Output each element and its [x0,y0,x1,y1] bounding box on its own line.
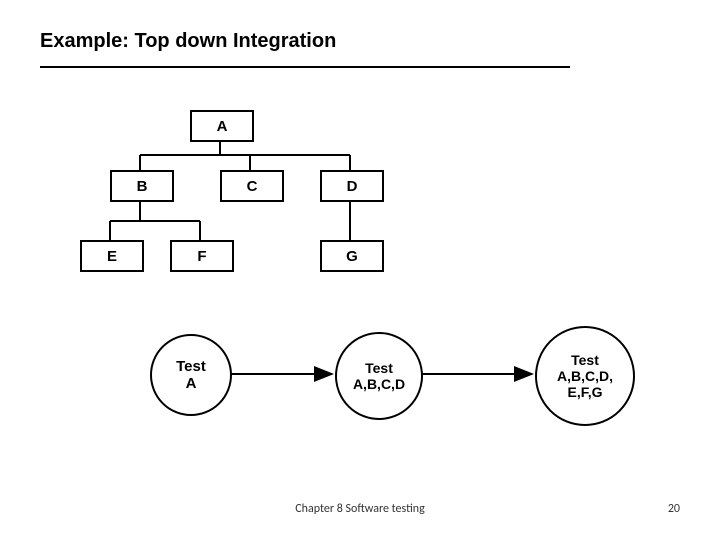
test-step-2-label: Test [365,360,393,376]
test-step-3-modules-2: E,F,G [567,384,602,400]
test-step-1-label: Test [176,358,206,375]
title-underline [40,66,570,68]
page-number: 20 [668,502,680,516]
test-step-1: Test A [150,334,232,416]
hierarchy-diagram: A B C D E F G [80,110,420,275]
test-step-2: Test A,B,C,D [335,332,423,420]
sequence-diagram: Test A Test A,B,C,D Test A,B,C,D, E,F,G [150,320,670,430]
test-step-3-modules-1: A,B,C,D, [557,368,613,384]
node-b: B [110,170,174,202]
node-f: F [170,240,234,272]
node-c: C [220,170,284,202]
node-d: D [320,170,384,202]
test-step-1-modules: A [186,375,197,392]
test-step-3-label: Test [571,352,599,368]
test-step-3: Test A,B,C,D, E,F,G [535,326,635,426]
slide-title: Example: Top down Integration [40,30,336,53]
node-e: E [80,240,144,272]
test-step-2-modules: A,B,C,D [353,376,405,392]
node-g: G [320,240,384,272]
footer-chapter: Chapter 8 Software testing [0,502,720,516]
node-a: A [190,110,254,142]
